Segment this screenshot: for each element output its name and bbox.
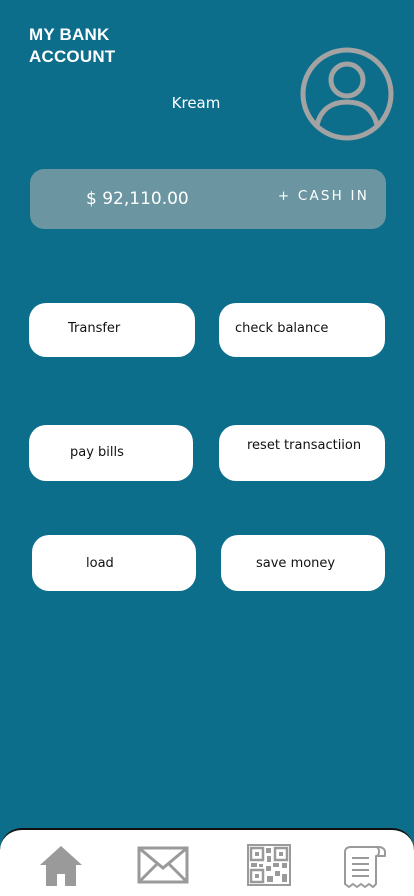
bank-account-screen: MY BANK ACCOUNT Kream $ 92,110.00 + CASH… [0, 0, 414, 896]
pay-bills-button[interactable]: pay bills [29, 425, 193, 481]
balance-card: $ 92,110.00 + CASH IN [30, 169, 386, 229]
transfer-label: Transfer [68, 321, 121, 336]
transfer-button[interactable]: Transfer [29, 303, 195, 357]
qr-code-icon[interactable] [247, 844, 291, 886]
save-money-button[interactable]: save money [221, 535, 385, 591]
reset-transaction-label: reset transactiion [247, 438, 362, 453]
reset-transaction-button[interactable]: reset transactiion [219, 425, 385, 481]
check-balance-label: check balance [235, 321, 329, 336]
user-name: Kream [171, 94, 221, 112]
receipt-icon[interactable] [342, 844, 388, 890]
save-money-label: save money [256, 556, 336, 571]
page-title: MY BANK ACCOUNT [29, 25, 116, 66]
balance-amount: $ 92,110.00 [86, 189, 189, 209]
check-balance-button[interactable]: check balance [219, 303, 385, 357]
pay-bills-label: pay bills [70, 445, 124, 460]
user-avatar-icon[interactable] [299, 46, 395, 142]
load-button[interactable]: load [32, 535, 196, 591]
cash-in-button[interactable]: + CASH IN [278, 188, 369, 204]
load-label: load [86, 556, 114, 571]
bottom-navigation [0, 828, 414, 896]
mail-icon[interactable] [137, 846, 189, 884]
home-icon[interactable] [38, 844, 84, 886]
